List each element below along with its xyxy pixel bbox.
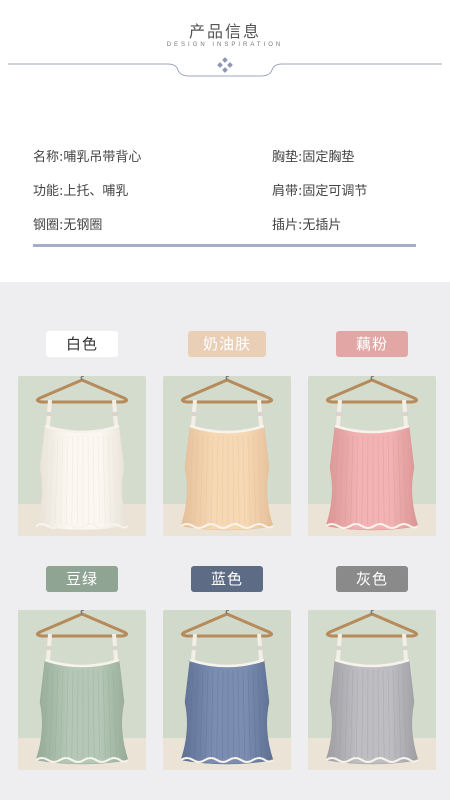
spec-chest-pad: 胸垫:固定胸垫 bbox=[272, 150, 355, 165]
color-tag[interactable]: 奶油肤 bbox=[188, 331, 266, 357]
product-photo[interactable] bbox=[18, 610, 146, 770]
diamond-ornament-icon bbox=[217, 57, 233, 73]
product-photo[interactable] bbox=[163, 610, 291, 770]
product-photo[interactable] bbox=[163, 376, 291, 536]
color-tag[interactable]: 藕粉 bbox=[336, 331, 408, 357]
camisole-illustration bbox=[18, 376, 146, 536]
spec-function: 功能:上托、哺乳 bbox=[33, 184, 129, 199]
section-subtitle: DESIGN INSPIRATION bbox=[166, 42, 284, 48]
spec-insert: 插片:无插片 bbox=[272, 218, 342, 233]
spec-strap: 肩带:固定可调节 bbox=[272, 184, 368, 199]
spec-underwire: 钢圈:无钢圈 bbox=[33, 218, 103, 233]
product-photo[interactable] bbox=[308, 610, 436, 770]
spec-underline bbox=[33, 244, 416, 247]
color-tag[interactable]: 白色 bbox=[46, 331, 118, 357]
color-tag[interactable]: 灰色 bbox=[336, 566, 408, 592]
color-tag[interactable]: 蓝色 bbox=[191, 566, 263, 592]
product-photo[interactable] bbox=[18, 376, 146, 536]
camisole-illustration bbox=[163, 376, 291, 536]
color-gallery: 白色 奶油肤 藕粉豆绿 蓝色 灰色 bbox=[0, 282, 450, 800]
color-tag[interactable]: 豆绿 bbox=[46, 566, 118, 592]
header-divider bbox=[8, 57, 442, 77]
section-title: 产品信息 bbox=[188, 22, 261, 41]
product-photo[interactable] bbox=[308, 376, 436, 536]
camisole-illustration bbox=[308, 610, 436, 770]
spec-name: 名称:哺乳吊带背心 bbox=[33, 150, 142, 165]
camisole-illustration bbox=[308, 376, 436, 536]
camisole-illustration bbox=[18, 610, 146, 770]
product-info-section: 产品信息 DESIGN INSPIRATION 名称:哺乳吊带背心 胸垫:固定胸… bbox=[0, 0, 450, 282]
camisole-illustration bbox=[163, 610, 291, 770]
